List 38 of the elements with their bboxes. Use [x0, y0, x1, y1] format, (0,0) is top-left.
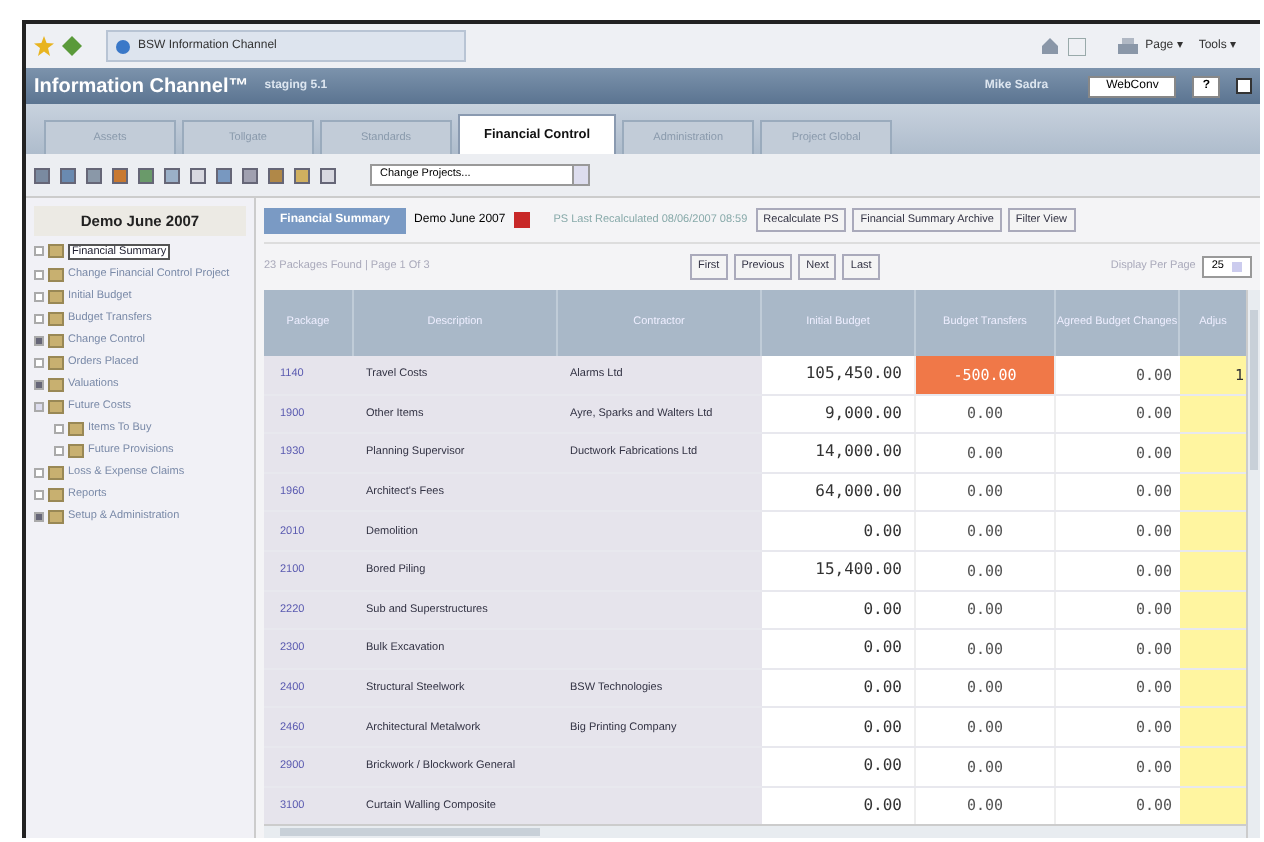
table-cell: [1180, 434, 1246, 472]
table-cell: [1180, 551, 1246, 590]
expander-icon[interactable]: [34, 512, 44, 523]
home-icon[interactable]: [1039, 36, 1060, 56]
table-cell: 9,000.00: [762, 395, 916, 433]
table-cell: 0.00: [762, 708, 916, 746]
table-cell: [1180, 591, 1246, 629]
table-cell: 14,000.00: [762, 434, 916, 472]
horizontal-scrollbar[interactable]: [264, 824, 1246, 838]
table-cell: [1180, 473, 1246, 511]
table-cell: 0.00: [762, 591, 916, 629]
table-cell: 0.00: [762, 630, 916, 668]
table-cell: [1180, 512, 1246, 550]
vertical-scrollbar[interactable]: [1246, 290, 1260, 838]
expander-icon[interactable]: [34, 336, 44, 347]
table-cell: [1180, 395, 1246, 433]
expander-icon[interactable]: [34, 246, 44, 257]
add-favorite-icon[interactable]: [62, 36, 82, 56]
table-cell: [1180, 787, 1246, 824]
table-cell: [1180, 747, 1246, 786]
expander-icon[interactable]: [34, 380, 44, 391]
alert-icon[interactable]: [513, 212, 530, 228]
table-cell: [1180, 669, 1246, 707]
table-cell: 0.00: [762, 669, 916, 707]
expander-icon[interactable]: [34, 402, 44, 413]
table-cell: 0.00: [762, 747, 916, 786]
expander-icon[interactable]: [34, 358, 44, 369]
app-title: Information Channel™: [34, 73, 249, 101]
table-cell: 0.00: [762, 787, 916, 824]
table-cell: 105,450.00: [762, 356, 916, 394]
table-cell: [1180, 708, 1246, 746]
table-cell: 64,000.00: [762, 473, 916, 511]
table-cell: 0.00: [762, 512, 916, 550]
table-cell: 15,400.00: [762, 551, 916, 590]
favorites-star-icon[interactable]: [34, 36, 54, 56]
window-icon[interactable]: [1236, 78, 1252, 94]
print-icon[interactable]: [1117, 37, 1138, 55]
table-cell: [1180, 630, 1246, 668]
